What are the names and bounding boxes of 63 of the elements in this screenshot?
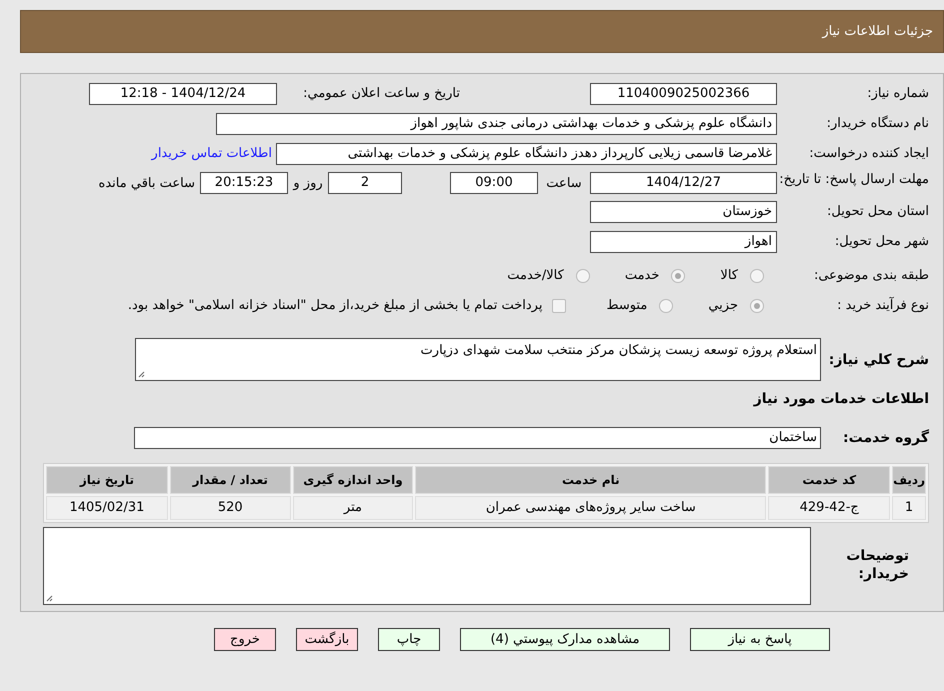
service-group-field[interactable]: ساختمان bbox=[134, 427, 821, 449]
table-cell: ج-42-429 bbox=[768, 496, 890, 520]
action-button[interactable]: بازگشت bbox=[296, 628, 358, 651]
radio-button[interactable] bbox=[750, 269, 764, 283]
field-label: ایجاد کننده درخواست: bbox=[808, 145, 929, 164]
option-label: متوسط bbox=[606, 297, 648, 316]
column-header: کد خدمت bbox=[768, 466, 890, 494]
page-title: جزئیات اطلاعات نیاز bbox=[822, 22, 933, 41]
column-header: تعداد / مقدار bbox=[170, 466, 291, 494]
table-cell: 1405/02/31 bbox=[46, 496, 168, 520]
field-label: شرح کلي نیاز: bbox=[828, 351, 929, 370]
table-cell: 1 bbox=[892, 496, 926, 520]
option-label: کالا/خدمت bbox=[507, 267, 564, 286]
text-field[interactable]: خوزستان bbox=[590, 201, 777, 223]
table-cell: 520 bbox=[170, 496, 291, 520]
text-field[interactable]: 2 bbox=[328, 172, 402, 194]
column-header: نام خدمت bbox=[415, 466, 766, 494]
table-cell: ساخت سایر پروژه‌های مهندسی عمران bbox=[415, 496, 766, 520]
radio-button[interactable] bbox=[671, 269, 686, 283]
radio-button[interactable] bbox=[576, 269, 590, 283]
column-header: واحد اندازه گیری bbox=[292, 466, 414, 494]
resize-grip-icon bbox=[46, 595, 53, 602]
description-field[interactable]: استعلام پروژه توسعه زیست پزشکان مرکز منتخب سلامت شهدای دزپارت bbox=[135, 338, 821, 381]
text-field[interactable]: غلامرضا قاسمی زیلایی کارپرداز دهدز دانشگاه علوم پزشکی و خدمات بهداشتی bbox=[276, 143, 777, 165]
radio-button[interactable] bbox=[659, 299, 674, 313]
option-label: خدمت bbox=[624, 267, 660, 286]
field-label: نوع فرآیند خرید : bbox=[836, 296, 929, 316]
field-label: ساعت bbox=[545, 175, 583, 193]
checkbox-label: پرداخت تمام یا بخشی از مبلغ خرید،از محل "اسناد خزانه اسلامی" خواهد بود. bbox=[128, 297, 542, 316]
field-label: مهلت ارسال پاسخ: تا تاریخ: bbox=[778, 172, 929, 188]
action-button[interactable]: خروج bbox=[214, 628, 276, 651]
action-button[interactable]: چاپ bbox=[378, 628, 440, 651]
text-field[interactable]: 1104009025002366 bbox=[590, 83, 777, 105]
text-field[interactable]: اهواز bbox=[590, 231, 777, 253]
text-field[interactable]: 09:00 bbox=[450, 172, 538, 194]
text-field[interactable]: 1404/12/27 bbox=[590, 172, 777, 194]
option-label: کالا bbox=[720, 267, 738, 286]
field-label: طبقه بندی موضوعی: bbox=[812, 267, 929, 286]
text-field[interactable]: 20:15:23 bbox=[200, 172, 288, 194]
option-label: جزيي bbox=[708, 297, 738, 316]
field-label: توضیحات خریدار: bbox=[845, 547, 910, 583]
field-label: استان محل تحویل: bbox=[826, 203, 929, 222]
field-label: روز و bbox=[292, 175, 324, 193]
section-heading: اطلاعات خدمات مورد نیاز bbox=[752, 390, 929, 409]
action-button[interactable]: مشاهده مدارک پیوستي (4) bbox=[460, 628, 670, 651]
field-label: شهر محل تحویل: bbox=[834, 233, 929, 252]
table-cell: متر bbox=[292, 496, 414, 520]
radio-button[interactable] bbox=[750, 299, 764, 313]
buyer-notes-field[interactable] bbox=[43, 527, 811, 605]
contact-link[interactable]: اطلاعات تماس خریدار bbox=[152, 144, 272, 164]
field-label: گروه خدمت: bbox=[842, 428, 929, 448]
column-header: ردیف bbox=[892, 466, 926, 494]
field-label: نام دستگاه خریدار: bbox=[826, 114, 929, 134]
checkbox[interactable] bbox=[552, 299, 566, 313]
field-label: ساعت باقي مانده bbox=[98, 175, 195, 193]
column-header: تاریخ نیاز bbox=[46, 466, 168, 494]
field-label: تاریخ و ساعت اعلان عمومي: bbox=[302, 85, 460, 104]
field-label: شماره نیاز: bbox=[866, 85, 929, 104]
field-value: استعلام پروژه توسعه زیست پزشکان مرکز منتخب سلامت شهدای دزپارت bbox=[420, 343, 817, 358]
action-button[interactable]: پاسخ به نیاز bbox=[690, 628, 830, 651]
text-field[interactable]: 1404/12/24 - 12:18 bbox=[89, 83, 277, 105]
text-field[interactable]: دانشگاه علوم پزشکی و خدمات بهداشتی درمانی جندی شاپور اهواز bbox=[216, 113, 777, 135]
resize-grip-icon bbox=[138, 371, 145, 378]
